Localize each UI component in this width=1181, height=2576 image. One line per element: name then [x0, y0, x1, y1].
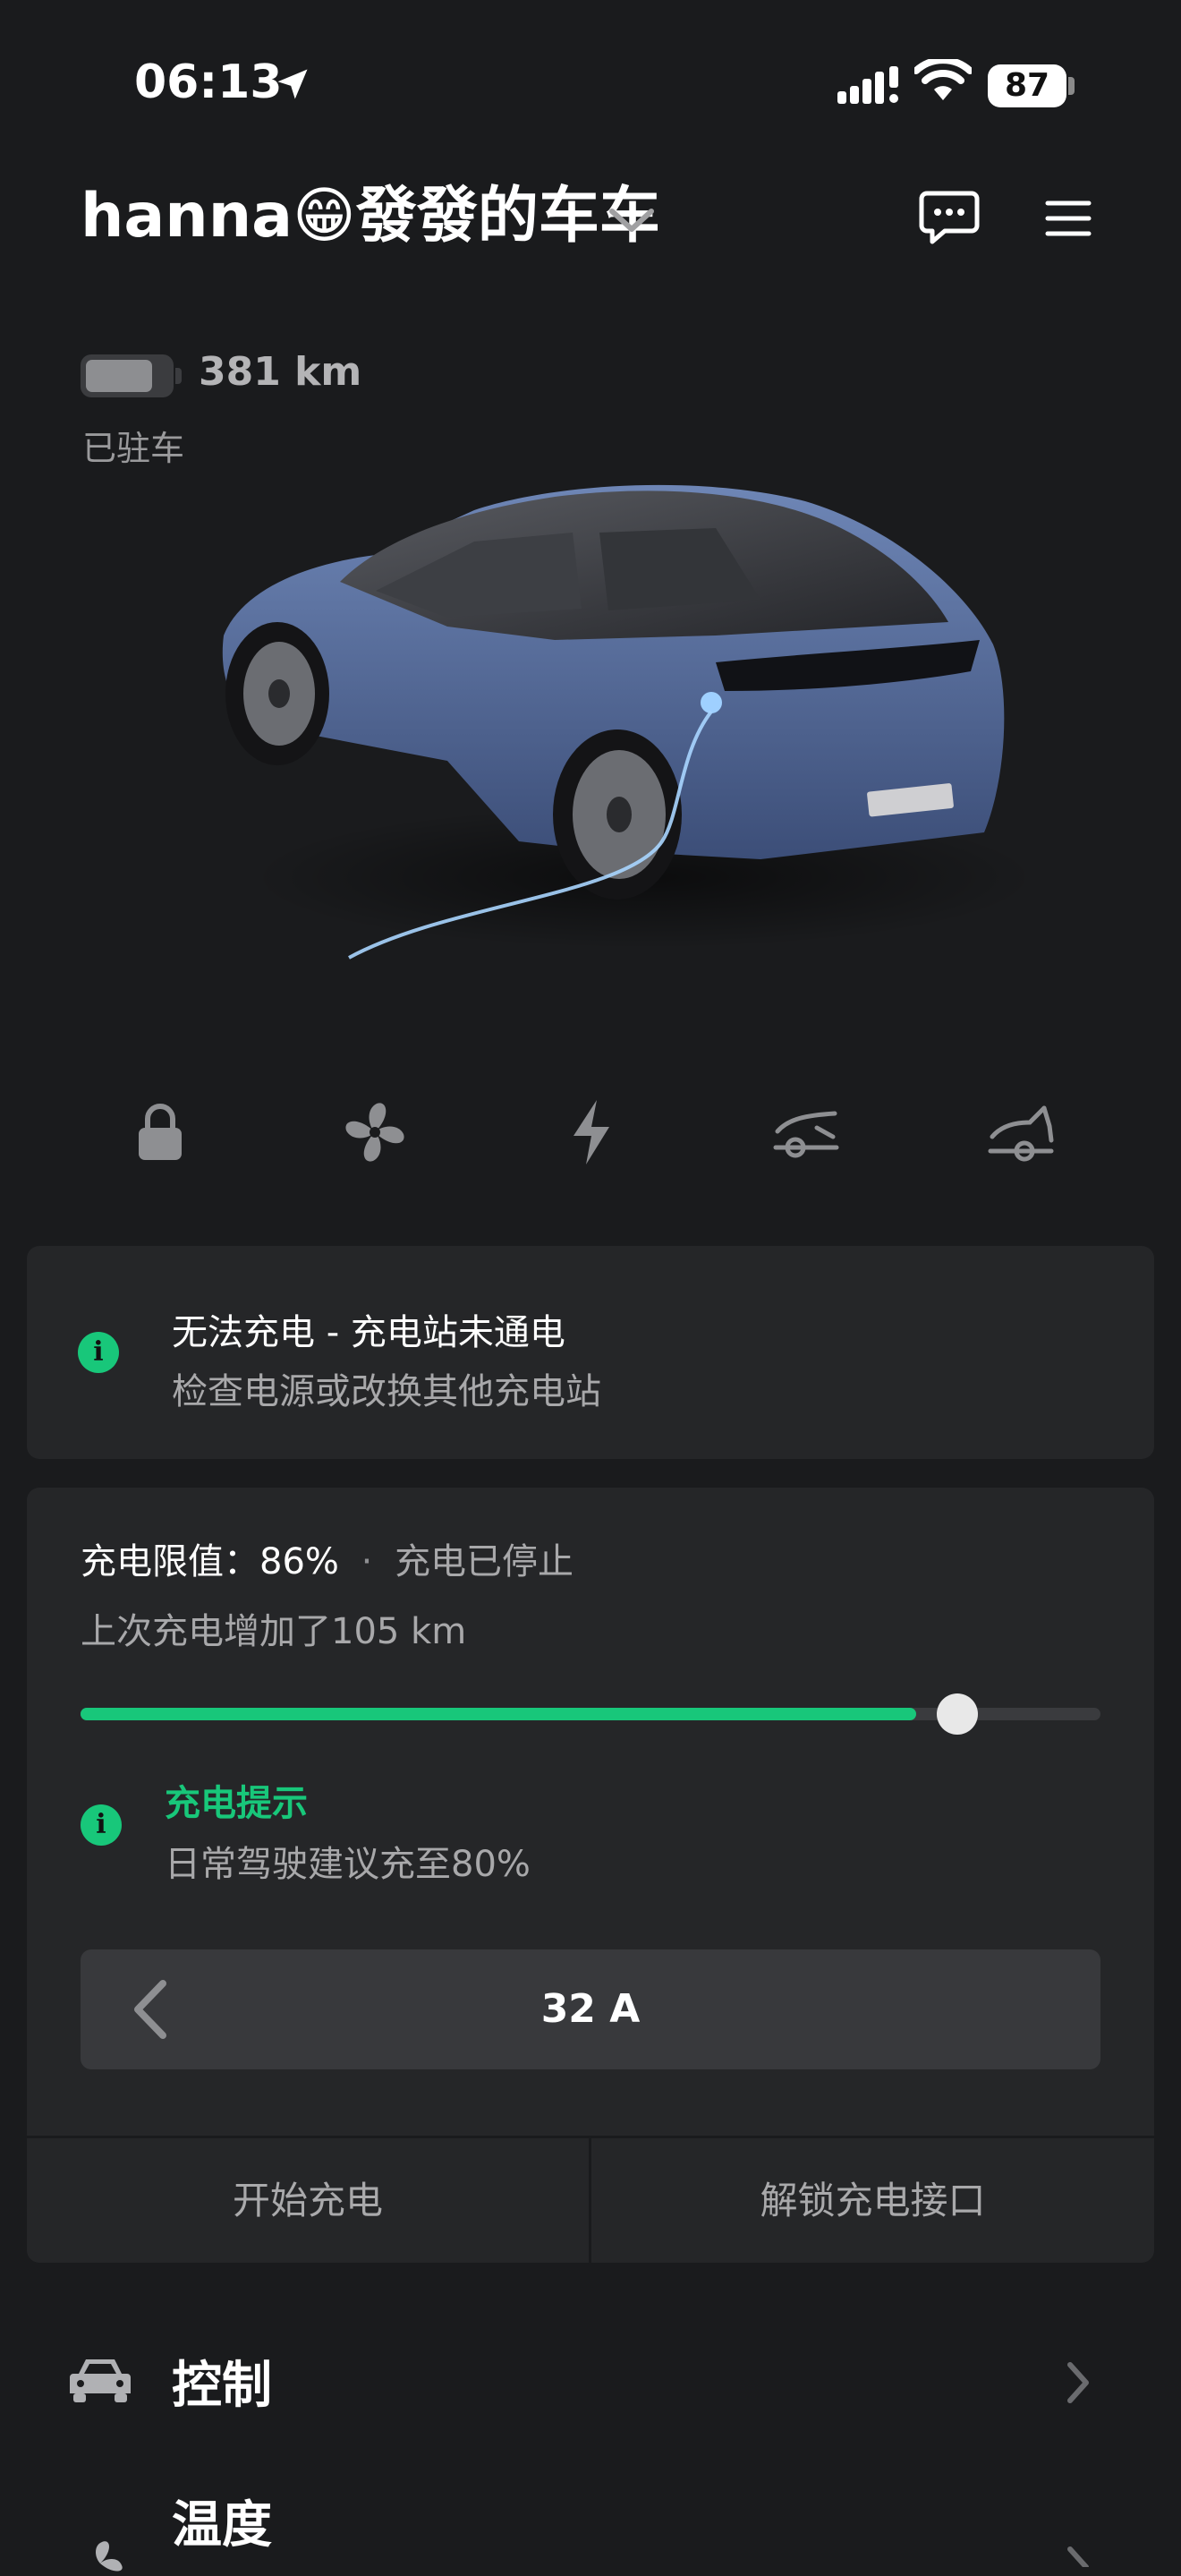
alert-title: 无法充电 - 充电站未通电 — [172, 1312, 565, 1353]
vehicle-state: 已驻车 — [82, 429, 185, 468]
charge-limit-value: 86% — [259, 1541, 339, 1582]
vehicle-battery-nub — [175, 368, 182, 384]
battery-percent: 87 — [1004, 67, 1050, 104]
charge-limit-slider-fill — [81, 1708, 917, 1720]
frunk-icon[interactable] — [766, 1092, 846, 1173]
menu-item-controls[interactable]: 控制 — [172, 2345, 272, 2418]
alert-subtitle: 检查电源或改换其他充电站 — [172, 1371, 601, 1412]
info-icon: i — [78, 1332, 119, 1373]
separator-dot: · — [361, 1541, 373, 1582]
last-charge-added: 上次充电增加了105 km — [81, 1611, 467, 1652]
charge-bolt-icon[interactable] — [551, 1092, 632, 1173]
start-charging-button[interactable]: 开始充电 — [27, 2138, 589, 2263]
message-icon[interactable] — [918, 188, 981, 251]
chevron-left-icon[interactable] — [127, 1978, 172, 2044]
chevron-down-icon[interactable] — [607, 202, 657, 242]
menu-item-climate[interactable]: 温度 — [172, 2485, 272, 2557]
charge-limit-label: 充电限值： — [81, 1541, 259, 1582]
range-value: 381 km — [199, 349, 362, 395]
vehicle-battery-fill — [86, 360, 152, 392]
fan-icon — [73, 2537, 127, 2576]
unlock-charge-port-button[interactable]: 解锁充电接口 — [591, 2138, 1154, 2263]
car-icon — [68, 2354, 132, 2408]
chevron-right-icon[interactable] — [1065, 2359, 1092, 2410]
fan-icon[interactable] — [335, 1092, 415, 1173]
battery-nub — [1068, 77, 1075, 95]
location-arrow-icon — [273, 64, 312, 107]
menu-icon[interactable] — [1045, 199, 1092, 242]
wifi-icon — [913, 56, 973, 107]
tip-text: 日常驾驶建议充至80% — [165, 1844, 531, 1885]
vehicle-name[interactable]: hanna😁發發的车车 — [81, 179, 671, 254]
tip-title: 充电提示 — [165, 1783, 308, 1824]
charge-limit-line: 充电限值：86% · 充电已停止 — [81, 1532, 574, 1584]
battery-icon: 87 — [988, 64, 1066, 107]
charge-state: 充电已停止 — [395, 1541, 574, 1582]
car-image — [179, 456, 1038, 997]
lock-icon[interactable] — [120, 1092, 200, 1173]
status-time: 06:13 — [134, 55, 283, 109]
cellular-signal-icon — [837, 66, 900, 109]
charge-current-value: 32 A — [540, 1986, 641, 2032]
trunk-icon[interactable] — [981, 1092, 1061, 1173]
tip-info-icon: i — [81, 1804, 122, 1846]
